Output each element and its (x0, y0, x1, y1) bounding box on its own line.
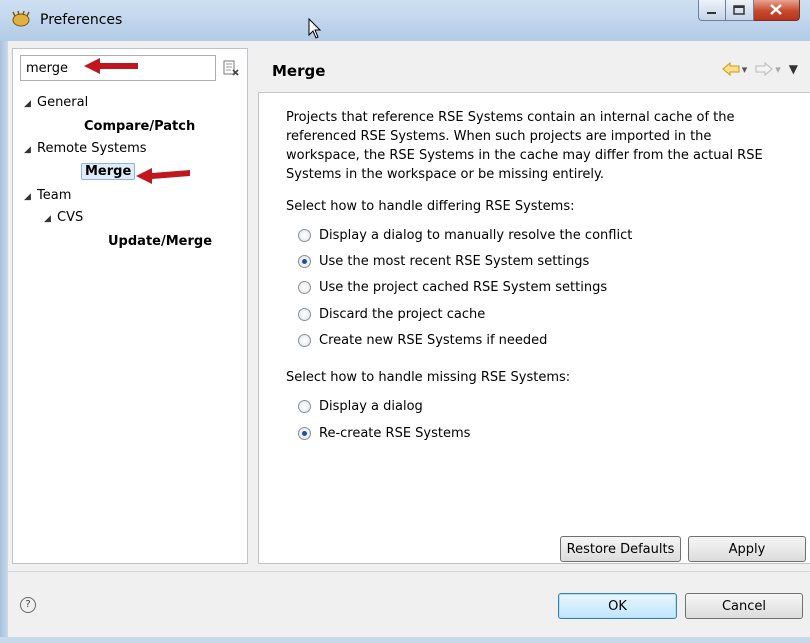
page-header: Merge ▾ ▾ ▼ (258, 48, 810, 93)
radio-button[interactable] (298, 255, 311, 268)
forward-arrow-icon[interactable] (755, 62, 774, 76)
cancel-button[interactable]: Cancel (685, 593, 803, 619)
expand-team-icon[interactable]: ◢ (24, 192, 31, 202)
differing-option-1[interactable]: Use the most recent RSE System settings (298, 254, 589, 269)
expand-cvs-icon[interactable]: ◢ (44, 214, 51, 224)
footer-separator (8, 571, 810, 572)
preferences-window: Preferences merge ◢ General Compare/Patc… (0, 0, 810, 643)
missing-option-0[interactable]: Display a dialog (298, 399, 423, 414)
apply-button[interactable]: Apply (688, 536, 806, 562)
ok-button[interactable]: OK (558, 593, 677, 619)
radio-label: Discard the project cache (319, 307, 486, 322)
differing-group-label: Select how to handle differing RSE Syste… (286, 199, 575, 214)
differing-option-0[interactable]: Display a dialog to manually resolve the… (298, 228, 632, 243)
radio-label: Display a dialog (319, 399, 423, 414)
radio-label: Create new RSE Systems if needed (319, 333, 548, 348)
page-navigation: ▾ ▾ ▼ (721, 62, 798, 76)
radio-button[interactable] (298, 281, 311, 294)
back-arrow-icon[interactable] (721, 62, 740, 76)
radio-button[interactable] (298, 427, 311, 440)
radio-button[interactable] (298, 334, 311, 347)
radio-label: Display a dialog to manually resolve the… (319, 228, 633, 243)
radio-button[interactable] (298, 229, 311, 242)
radio-label: Use the project cached RSE System settin… (319, 280, 608, 295)
missing-group-label: Select how to handle missing RSE Systems… (286, 370, 571, 385)
back-menu-chevron-icon[interactable]: ▾ (742, 63, 748, 76)
tree-item-team[interactable]: Team (37, 188, 71, 203)
restore-defaults-button[interactable]: Restore Defaults (560, 536, 681, 562)
tree-item-update-merge[interactable]: Update/Merge (108, 234, 212, 249)
radio-button[interactable] (298, 308, 311, 321)
forward-menu-chevron-icon[interactable]: ▾ (775, 63, 781, 76)
radio-label: Re-create RSE Systems (319, 426, 471, 441)
missing-option-1[interactable]: Re-create RSE Systems (298, 426, 470, 441)
window-frame-bottom (0, 637, 810, 643)
page-title: Merge (272, 62, 326, 80)
tree-item-remote-systems[interactable]: Remote Systems (37, 141, 147, 156)
tree-item-merge[interactable]: Merge (81, 163, 136, 180)
differing-option-4[interactable]: Create new RSE Systems if needed (298, 333, 547, 348)
tree-item-compare-patch[interactable]: Compare/Patch (84, 119, 195, 134)
radio-button[interactable] (298, 400, 311, 413)
view-menu-icon[interactable]: ▼ (789, 62, 798, 76)
expand-remote-systems-icon[interactable]: ◢ (24, 145, 31, 155)
page-description: Projects that reference RSE Systems cont… (286, 110, 763, 182)
differing-option-3[interactable]: Discard the project cache (298, 307, 485, 322)
expand-general-icon[interactable]: ◢ (24, 99, 31, 109)
radio-label: Use the most recent RSE System settings (319, 254, 590, 269)
differing-option-2[interactable]: Use the project cached RSE System settin… (298, 280, 607, 295)
help-icon[interactable]: ? (20, 597, 36, 613)
tree-item-general[interactable]: General (37, 95, 88, 110)
tree-item-cvs[interactable]: CVS (57, 210, 83, 225)
